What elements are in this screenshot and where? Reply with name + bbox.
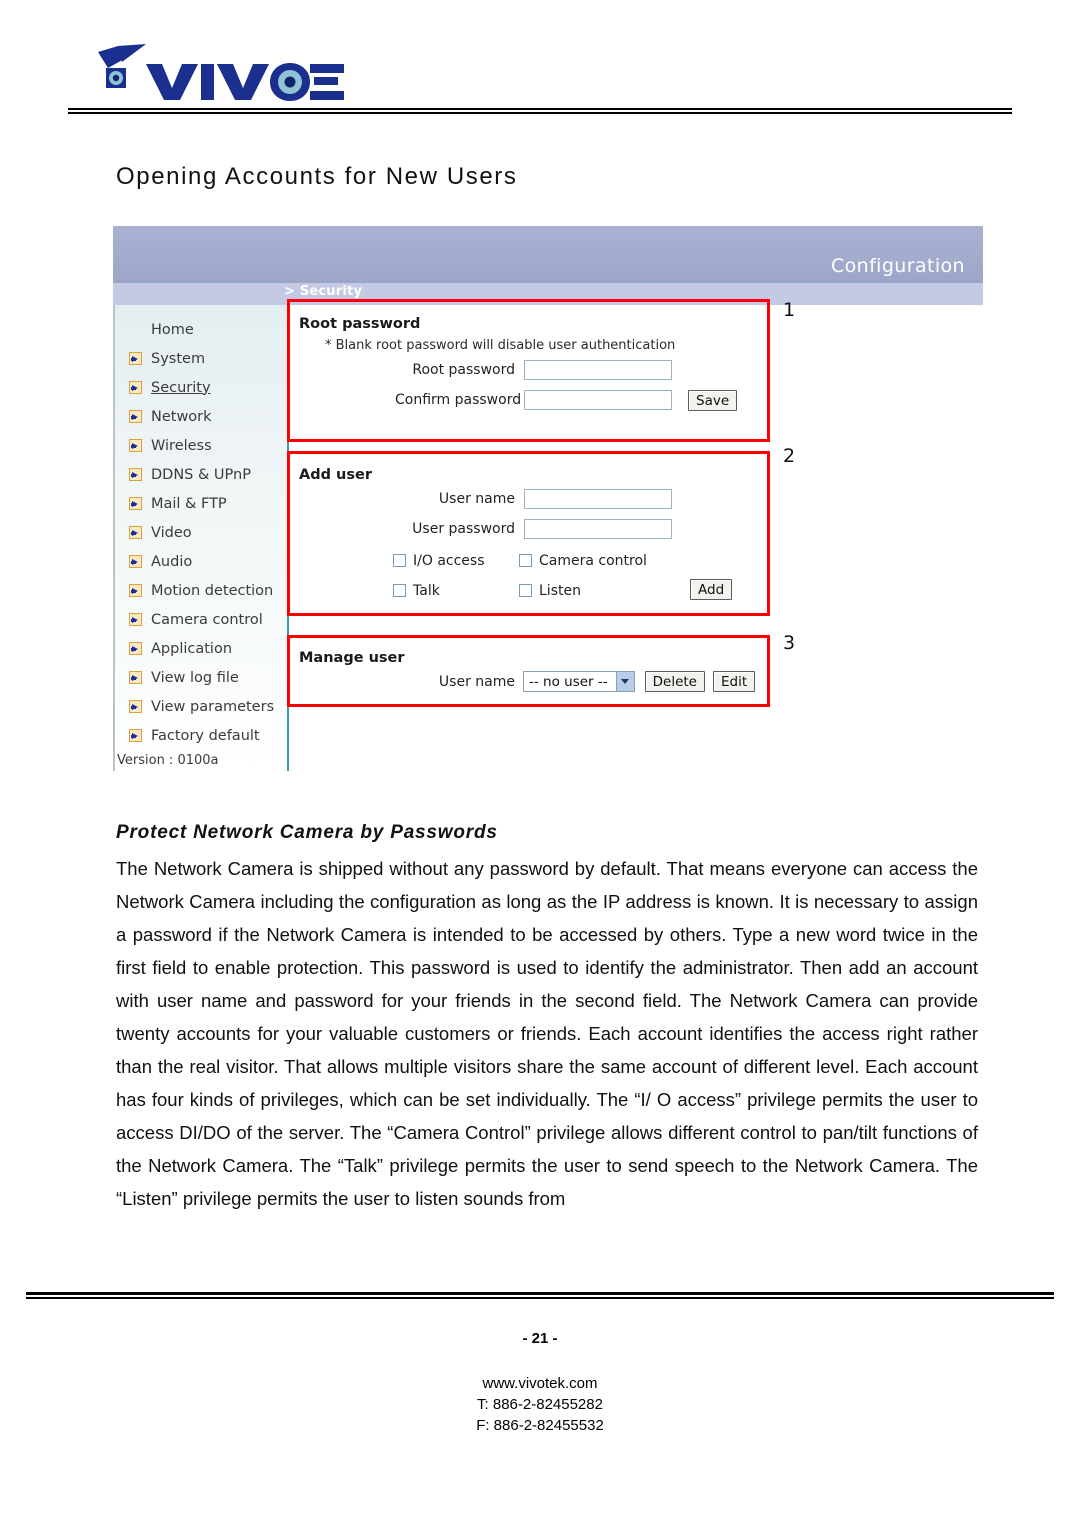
sidebar-item-view-log-file[interactable]: View log file <box>115 663 289 692</box>
sidebar-item-mail-ftp[interactable]: Mail & FTP <box>115 489 289 518</box>
section-subheading: Protect Network Camera by Passwords <box>116 822 498 843</box>
sidebar-item-audio[interactable]: Audio <box>115 547 289 576</box>
arrow-icon <box>129 700 142 713</box>
sidebar-item-factory-default[interactable]: Factory default <box>115 721 289 750</box>
sidebar-item-label: Mail & FTP <box>151 495 227 512</box>
arrow-icon <box>129 729 142 742</box>
vivotek-logo <box>88 42 348 104</box>
annotation-box-1 <box>287 299 770 442</box>
body-text: The Network Camera is shipped without an… <box>116 852 978 1215</box>
sidebar-item-label: DDNS & UPnP <box>151 466 251 483</box>
footer-fax: F: 886-2-82455532 <box>476 1417 604 1434</box>
header-divider <box>68 108 1012 114</box>
arrow-icon <box>129 584 142 597</box>
sidebar-item-application[interactable]: Application <box>115 634 289 663</box>
sidebar-item-label: Security <box>151 379 211 396</box>
sidebar-item-label: Network <box>151 408 212 425</box>
sidebar-item-label: Camera control <box>151 611 263 628</box>
configuration-screenshot: Configuration > Security Home System Sec… <box>113 226 983 771</box>
arrow-icon <box>129 468 142 481</box>
document-page: Opening Accounts for New Users Configura… <box>0 0 1080 1528</box>
sidebar-item-label: Motion detection <box>151 582 274 599</box>
sidebar-item-security[interactable]: Security <box>115 373 289 402</box>
sidebar-item-label: Application <box>151 640 233 657</box>
arrow-icon <box>129 671 142 684</box>
annotation-marker-3: 3 <box>783 632 796 654</box>
annotation-marker-1: 1 <box>783 299 796 321</box>
body-paragraph: The Network Camera is shipped without an… <box>116 858 978 1209</box>
footer-contact: www.vivotek.com T: 886-2-82455282 F: 886… <box>0 1373 1080 1436</box>
footer-divider <box>26 1292 1054 1300</box>
sidebar-item-home[interactable]: Home <box>115 315 289 344</box>
sidebar-item-label: System <box>151 350 206 367</box>
sidebar-item-wireless[interactable]: Wireless <box>115 431 289 460</box>
ui-sidebar: Home System Security Network Wireless DD… <box>113 305 287 771</box>
sidebar-item-camera-control[interactable]: Camera control <box>115 605 289 634</box>
sidebar-item-label: Home <box>151 321 194 338</box>
sidebar-item-label: View parameters <box>151 698 275 715</box>
ui-content-area: Root password * Blank root password will… <box>287 299 983 771</box>
sidebar-item-system[interactable]: System <box>115 344 289 373</box>
annotation-marker-2: 2 <box>783 445 796 467</box>
sidebar-item-network[interactable]: Network <box>115 402 289 431</box>
annotation-box-2 <box>287 451 770 616</box>
footer-telephone: T: 886-2-82455282 <box>477 1396 603 1413</box>
arrow-icon <box>129 642 142 655</box>
ui-header-bar: Configuration <box>113 226 983 283</box>
sidebar-item-ddns-upnp[interactable]: DDNS & UPnP <box>115 460 289 489</box>
firmware-version: Version : 0100a <box>117 753 219 768</box>
sidebar-item-label: View log file <box>151 669 239 686</box>
arrow-icon <box>129 352 142 365</box>
arrow-icon <box>129 555 142 568</box>
sidebar-item-label: Audio <box>151 553 193 570</box>
sidebar-item-view-parameters[interactable]: View parameters <box>115 692 289 721</box>
annotation-box-3 <box>287 635 770 707</box>
arrow-icon <box>129 381 142 394</box>
configuration-title: Configuration <box>830 255 965 277</box>
page-number: - 21 - <box>522 1330 558 1347</box>
footer-website: www.vivotek.com <box>482 1375 598 1392</box>
sidebar-item-label: Wireless <box>151 437 212 454</box>
page-title: Opening Accounts for New Users <box>116 163 518 190</box>
sidebar-item-label: Video <box>151 524 192 541</box>
sidebar-menu: Home System Security Network Wireless DD… <box>115 315 289 750</box>
arrow-icon <box>129 613 142 626</box>
sidebar-item-label: Factory default <box>151 727 260 744</box>
sidebar-item-motion-detection[interactable]: Motion detection <box>115 576 289 605</box>
arrow-icon <box>129 410 142 423</box>
sidebar-item-video[interactable]: Video <box>115 518 289 547</box>
breadcrumb: > Security <box>284 284 363 299</box>
bullet-icon <box>129 323 142 336</box>
arrow-icon <box>129 497 142 510</box>
vivotek-logo-icon <box>98 44 344 101</box>
arrow-icon <box>129 439 142 452</box>
arrow-icon <box>129 526 142 539</box>
